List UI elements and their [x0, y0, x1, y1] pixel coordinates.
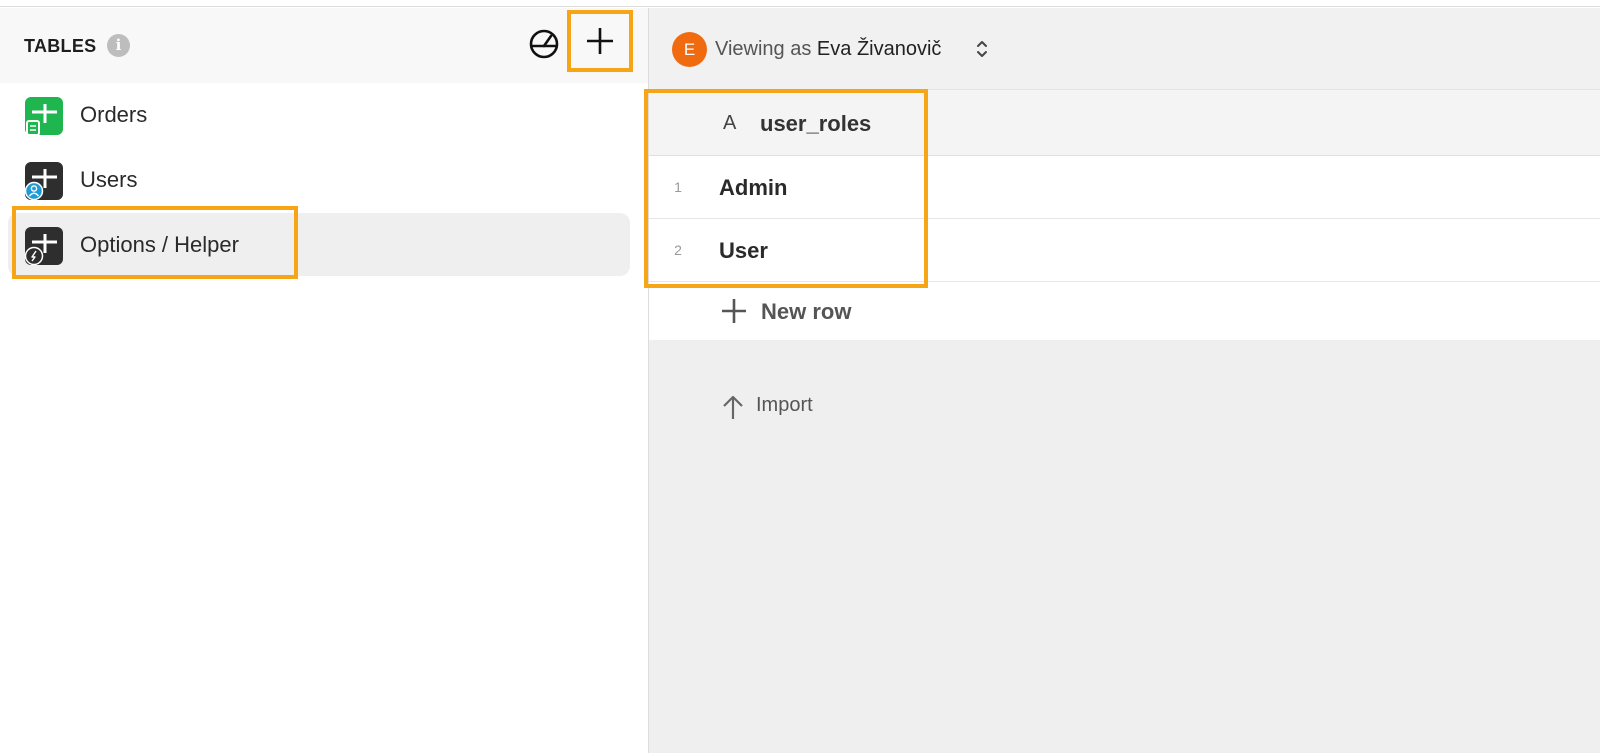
import-label: Import: [756, 394, 813, 416]
data-grid: A user_roles 1 Admin 2 User New row: [649, 90, 1600, 340]
plus-icon: [587, 28, 613, 54]
new-row-label: New row: [761, 299, 852, 324]
table-item-users[interactable]: Users: [8, 148, 630, 211]
column-header-user-roles[interactable]: user_roles: [760, 111, 871, 137]
grid-header: A user_roles: [649, 90, 1600, 156]
table-item-label: Options / Helper: [80, 232, 239, 257]
plus-icon: [722, 299, 746, 323]
helper-table-icon: [25, 227, 63, 265]
arrow-up-icon: [723, 395, 743, 419]
row-number: 2: [674, 242, 682, 258]
history-icon[interactable]: [528, 28, 560, 60]
table-item-label: Orders: [80, 102, 148, 127]
main-header: E Viewing as Eva Živanovič: [649, 8, 1600, 90]
table-row[interactable]: 1 Admin: [649, 156, 1600, 219]
cell-value[interactable]: User: [719, 238, 768, 264]
viewing-as-prefix: Viewing as: [715, 38, 812, 60]
add-table-button[interactable]: [567, 10, 633, 72]
sidebar: TABLES i Orders Users Options / Helper: [0, 8, 648, 753]
viewing-as-selector[interactable]: Viewing as Eva Živanovič: [715, 38, 941, 61]
tables-title: TABLES: [24, 36, 97, 56]
table-item-orders[interactable]: Orders: [8, 83, 630, 146]
cell-value[interactable]: Admin: [719, 175, 787, 201]
users-table-icon: [25, 162, 63, 200]
avatar: E: [672, 32, 707, 67]
sidebar-header: TABLES i: [0, 8, 648, 83]
main-panel: E Viewing as Eva Živanovič A user_roles …: [644, 8, 1600, 753]
table-item-label: Users: [80, 167, 138, 192]
viewer-name: Eva Živanovič: [816, 38, 942, 60]
text-type-icon: A: [723, 112, 737, 134]
table-row[interactable]: 2 User: [649, 219, 1600, 282]
table-item-options-helper[interactable]: Options / Helper: [8, 213, 630, 276]
chevron-updown-icon[interactable]: [975, 38, 989, 60]
row-number: 1: [674, 179, 682, 195]
info-icon[interactable]: i: [107, 34, 130, 57]
new-row-button[interactable]: New row: [649, 282, 1600, 340]
top-border: [0, 0, 1600, 7]
sheet-table-icon: [25, 97, 63, 135]
